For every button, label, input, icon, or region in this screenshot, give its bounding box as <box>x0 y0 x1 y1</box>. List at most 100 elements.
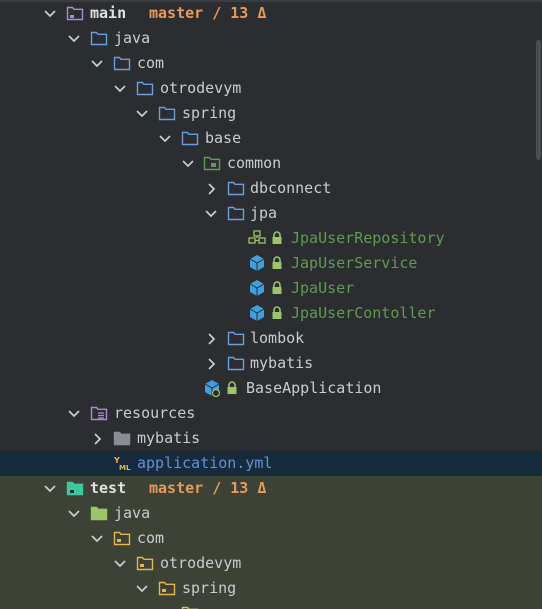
lock-icon <box>272 256 282 269</box>
chevron-right-icon[interactable] <box>203 181 219 197</box>
package-folder-icon <box>181 606 199 609</box>
package-name: base <box>205 129 242 147</box>
package-folder-icon <box>113 56 131 71</box>
folder-icon <box>113 431 131 446</box>
chevron-down-icon[interactable] <box>89 531 105 547</box>
folder-name: resources <box>114 404 196 422</box>
project-tree: main master / 13 Δ java com otrodevym sp… <box>0 0 542 609</box>
tree-row-test-java[interactable]: java <box>0 501 542 526</box>
chevron-right-icon[interactable] <box>203 356 219 372</box>
chevron-down-icon[interactable] <box>203 206 219 222</box>
tree-row-base[interactable]: base <box>0 126 542 151</box>
file-name: JpaUserContoller <box>291 304 436 322</box>
tree-row-dbconnect[interactable]: dbconnect <box>0 176 542 201</box>
tree-row-base-application[interactable]: BaseApplication <box>0 376 542 401</box>
folder-name: java <box>114 29 151 47</box>
chevron-down-icon[interactable] <box>42 481 58 497</box>
package-name: spring <box>182 579 237 597</box>
tree-row-jpa-user-contoller[interactable]: JpaUserContoller <box>0 301 542 326</box>
package-folder-icon <box>227 331 245 346</box>
class-icon <box>249 305 265 321</box>
package-folder-icon <box>136 556 154 571</box>
tree-row-otrodevym[interactable]: otrodevym <box>0 76 542 101</box>
chevron-right-icon[interactable] <box>203 331 219 347</box>
tree-row-jap-user-service[interactable]: JapUserService <box>0 251 542 276</box>
tree-row-mybatis[interactable]: mybatis <box>0 351 542 376</box>
tree-row-com[interactable]: com <box>0 51 542 76</box>
package-name: com <box>137 529 165 547</box>
package-name: spring <box>182 104 237 122</box>
package-name: dbconnect <box>250 179 332 197</box>
chevron-down-icon[interactable] <box>134 106 150 122</box>
chevron-down-icon[interactable] <box>134 581 150 597</box>
lock-icon <box>272 281 282 294</box>
file-name: JapUserService <box>291 254 418 272</box>
file-name: JpaUser <box>291 279 355 297</box>
vcs-branch-label: master / 13 Δ <box>149 479 267 497</box>
tree-row-lombok[interactable]: lombok <box>0 326 542 351</box>
tree-row-resources[interactable]: resources <box>0 401 542 426</box>
package-folder-icon <box>181 131 199 146</box>
package-folder-icon <box>113 531 131 546</box>
class-icon <box>204 380 221 397</box>
lock-icon <box>272 306 282 319</box>
folder-name: mybatis <box>137 429 201 447</box>
chevron-down-icon[interactable] <box>66 506 82 522</box>
file-name: JpaUserRepository <box>291 229 445 247</box>
package-name: lombok <box>250 329 305 347</box>
chevron-down-icon[interactable] <box>66 31 82 47</box>
svg-text:ML: ML <box>119 464 131 472</box>
tree-row-application-yml[interactable]: Y ML application.yml <box>0 451 542 476</box>
package-folder-icon <box>227 181 245 196</box>
scrollbar-thumb[interactable] <box>536 40 541 160</box>
package-name: common <box>227 154 282 172</box>
interface-icon <box>248 230 266 244</box>
package-name: jpa <box>250 204 278 222</box>
tree-row-jpa[interactable]: jpa <box>0 201 542 226</box>
tree-row-test-spring[interactable]: spring <box>0 576 542 601</box>
package-folder-icon <box>158 106 176 121</box>
vcs-branch-label: master / 13 Δ <box>149 4 267 22</box>
class-icon <box>249 280 265 296</box>
chevron-down-icon[interactable] <box>89 56 105 72</box>
vertical-scrollbar[interactable] <box>534 0 542 609</box>
tree-row-test[interactable]: test master / 13 Δ <box>0 476 542 501</box>
folder-icon <box>90 506 108 521</box>
yaml-file-icon: YML <box>113 456 131 472</box>
chevron-down-icon[interactable] <box>157 131 173 147</box>
tree-row-jpa-user-repository[interactable]: JpaUserRepository <box>0 226 542 251</box>
lock-icon <box>227 381 237 394</box>
module-folder-icon <box>66 6 84 21</box>
tree-row-test-otrodevym[interactable]: otrodevym <box>0 551 542 576</box>
package-folder-icon <box>227 356 245 371</box>
tree-row-test-com[interactable]: com <box>0 526 542 551</box>
lock-icon <box>272 231 282 244</box>
resources-folder-icon <box>90 406 108 421</box>
chevron-down-icon[interactable] <box>112 556 128 572</box>
tree-row-jpa-user[interactable]: JpaUser <box>0 276 542 301</box>
tree-row-resources-mybatis[interactable]: mybatis <box>0 426 542 451</box>
package-folder-icon <box>203 156 221 171</box>
package-name: otrodevym <box>160 79 242 97</box>
file-name: application.yml <box>137 454 273 472</box>
chevron-down-icon[interactable] <box>66 406 82 422</box>
tree-row-spring[interactable]: spring <box>0 101 542 126</box>
chevron-down-icon[interactable] <box>180 156 196 172</box>
tree-row-common[interactable]: common <box>0 151 542 176</box>
package-name: otrodevym <box>160 554 242 572</box>
module-folder-icon <box>66 481 84 496</box>
chevron-down-icon[interactable] <box>112 81 128 97</box>
package-folder-icon <box>227 206 245 221</box>
package-name: com <box>137 54 165 72</box>
file-name: BaseApplication <box>246 379 382 397</box>
package-folder-icon <box>136 81 154 96</box>
class-icon <box>249 255 265 271</box>
tree-row-main[interactable]: main master / 13 Δ <box>0 1 542 26</box>
package-name: mybatis <box>250 354 314 372</box>
chevron-right-icon[interactable] <box>89 431 105 447</box>
folder-icon <box>90 31 108 46</box>
tree-row-partial[interactable] <box>0 601 542 609</box>
chevron-down-icon[interactable] <box>42 6 58 22</box>
package-folder-icon <box>158 581 176 596</box>
tree-row-java[interactable]: java <box>0 26 542 51</box>
